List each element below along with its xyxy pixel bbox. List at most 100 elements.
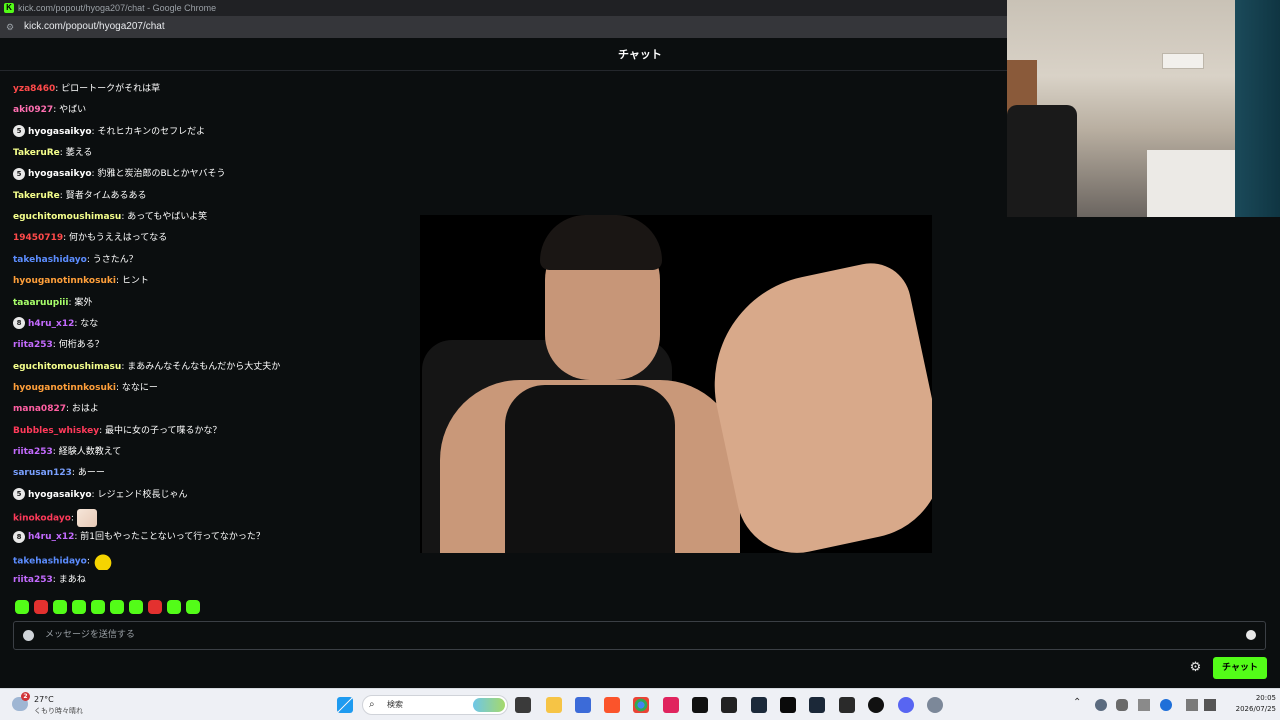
chat-username[interactable]: TakeruRe	[13, 191, 60, 201]
streamer-tank-top	[505, 385, 675, 553]
subscriber-badge-icon: 5	[13, 167, 25, 180]
cloud-sync-icon[interactable]	[1095, 699, 1107, 711]
subscriber-badge-icon: 8	[13, 317, 25, 330]
tray-overflow-chevron-icon[interactable]: ⌃	[1073, 697, 1081, 708]
chat-message: aki0927: やばい	[13, 103, 86, 123]
emote-icon[interactable]	[110, 600, 124, 614]
emote-icon[interactable]	[129, 600, 143, 614]
chat-message: eguchitomoushimasu: まあみんなそんなもんだから大丈夫か	[13, 360, 280, 380]
emote-icon[interactable]	[72, 600, 86, 614]
volume-icon[interactable]	[1204, 699, 1216, 711]
settings-gear-icon[interactable]: ⚙	[1189, 661, 1202, 674]
chat-username[interactable]: hyogasaikyo	[28, 490, 92, 500]
windows-start-icon[interactable]	[337, 697, 353, 713]
chat-username[interactable]: mana0827	[13, 404, 66, 414]
address-bar[interactable]: ⚙ kick.com/popout/hyoga207/chat	[0, 16, 1007, 38]
settings-app-icon[interactable]	[927, 697, 943, 713]
microphone-icon[interactable]	[1116, 699, 1128, 711]
app-icon[interactable]	[663, 697, 679, 713]
chat-username[interactable]: riita253	[13, 575, 53, 585]
network-icon[interactable]	[1138, 699, 1150, 711]
display-icon[interactable]	[1186, 699, 1198, 711]
chat-message: 5 hyogasaikyo: 豹雅と炭治郎のBLとかヤバそう	[13, 167, 225, 187]
chat-username[interactable]: eguchitomoushimasu	[13, 212, 121, 222]
chat-username[interactable]: sarusan123	[13, 468, 72, 478]
emote-icon[interactable]	[186, 600, 200, 614]
emote-icon[interactable]	[15, 600, 29, 614]
chat-username[interactable]: riita253	[13, 447, 53, 457]
chat-message-text: 何桁ある？	[58, 340, 104, 351]
chat-message: 8 h4ru_x12: なな	[13, 317, 98, 337]
taskbar-search[interactable]: ⌕ 検索	[362, 695, 508, 715]
screen: K kick.com/popout/hyoga207/chat - Google…	[0, 0, 1280, 720]
emote-icon[interactable]	[53, 600, 67, 614]
site-info-icon[interactable]: ⚙	[6, 22, 16, 32]
weather-condition: くもり時々晴れ	[34, 707, 83, 715]
discord-icon[interactable]	[898, 697, 914, 713]
file-explorer-icon[interactable]	[546, 697, 562, 713]
chat-username[interactable]: aki0927	[13, 105, 53, 115]
chat-message-text: 豹雅と炭治郎のBLとかヤバそう	[97, 169, 226, 180]
windows-taskbar: 2 27°C くもり時々晴れ ⌕ 検索 ⌃ 20:05 2026/07/25	[0, 688, 1280, 720]
chat-message-text: ピロートークがそれは草	[61, 84, 161, 94]
chat-message-list[interactable]: yza8460: ピロートークがそれは草 aki0927: やばい 5 hyogasa…	[13, 64, 413, 594]
steam-icon[interactable]	[809, 697, 825, 713]
chat-username[interactable]: h4ru_x12	[28, 319, 74, 329]
chat-username[interactable]: h4ru_x12	[28, 532, 74, 542]
chat-username[interactable]: yza8460	[13, 84, 55, 94]
obs-icon[interactable]	[868, 697, 884, 713]
url-text: kick.com/popout/hyoga207/chat	[24, 21, 165, 32]
chat-username[interactable]: takehashidayo	[13, 255, 87, 265]
chat-message-text: まあみんなそんなもんだから大丈夫か	[127, 361, 281, 372]
brave-browser-icon[interactable]	[604, 697, 620, 713]
chat-username[interactable]: Bubbles_whiskey	[13, 426, 99, 436]
weather-widget[interactable]: 2 27°C くもり時々晴れ	[10, 692, 130, 718]
chat-input-placeholder: メッセージを送信する	[45, 630, 135, 640]
shield-icon[interactable]	[23, 630, 34, 641]
emote-icon[interactable]	[148, 600, 162, 614]
chat-username[interactable]: hyouganotinnkosuki	[13, 276, 116, 286]
chat-username[interactable]: taaaruupiii	[13, 298, 68, 308]
app-icon[interactable]	[780, 697, 796, 713]
emoji-picker-icon[interactable]	[1246, 630, 1256, 640]
emote-icon[interactable]	[167, 600, 181, 614]
chat-message: taaaruupiii: 案外	[13, 296, 92, 316]
chat-message-text: ななにー	[121, 382, 158, 393]
chat-message-text: レジェンド校長じゃん	[97, 489, 188, 500]
chat-username[interactable]: 19450719	[13, 233, 63, 243]
chat-message: 8 h4ru_x12: 前1回もやったことないって行ってなかった？	[13, 530, 265, 550]
clock-date: 2026/07/25	[1235, 705, 1276, 713]
chat-username[interactable]: eguchitomoushimasu	[13, 362, 121, 372]
window-title: kick.com/popout/hyoga207/chat - Google C…	[18, 3, 217, 13]
chat-username[interactable]: kinokodayo	[13, 514, 71, 524]
chat-message: eguchitomoushimasu: あってもやばいよ笑	[13, 210, 207, 230]
emote-icon[interactable]	[91, 600, 105, 614]
chat-message-input[interactable]: メッセージを送信する	[13, 621, 1266, 650]
app-icon[interactable]	[839, 697, 855, 713]
chat-message-text: 萎える	[65, 148, 93, 159]
app-icon[interactable]	[751, 697, 767, 713]
app-tray-icon[interactable]	[1160, 699, 1172, 711]
chat-separator: :	[86, 556, 93, 567]
tiktok-icon[interactable]	[692, 697, 708, 713]
task-view-icon[interactable]	[515, 697, 531, 713]
app-icon[interactable]	[721, 697, 737, 713]
chat-username[interactable]: hyogasaikyo	[28, 169, 92, 179]
send-chat-button[interactable]: チャット	[1213, 657, 1267, 679]
chat-username[interactable]: hyogasaikyo	[28, 127, 92, 137]
chat-message-text: 最中に女の子って喋るかな？	[104, 425, 222, 436]
emote-icon[interactable]	[34, 600, 48, 614]
taskbar-clock[interactable]: 20:05 2026/07/25	[1226, 693, 1276, 715]
chat-message: TakeruRe: 賢者タイムあるある	[13, 189, 147, 209]
chat-username[interactable]: takehashidayo	[13, 556, 87, 566]
chat-message-text: それヒカキンのセフレだよ	[97, 126, 206, 137]
chat-username[interactable]: hyouganotinnkosuki	[13, 383, 116, 393]
chat-message: kinokodayo:	[13, 509, 97, 529]
subscriber-badge-icon: 8	[13, 530, 25, 543]
chat-username[interactable]: TakeruRe	[13, 148, 60, 158]
chrome-icon[interactable]	[633, 697, 649, 713]
app-icon[interactable]	[575, 697, 591, 713]
weather-temperature: 27°C	[34, 695, 54, 704]
chat-username[interactable]: riita253	[13, 340, 53, 350]
chat-message-text: 賢者タイムあるある	[65, 190, 147, 201]
